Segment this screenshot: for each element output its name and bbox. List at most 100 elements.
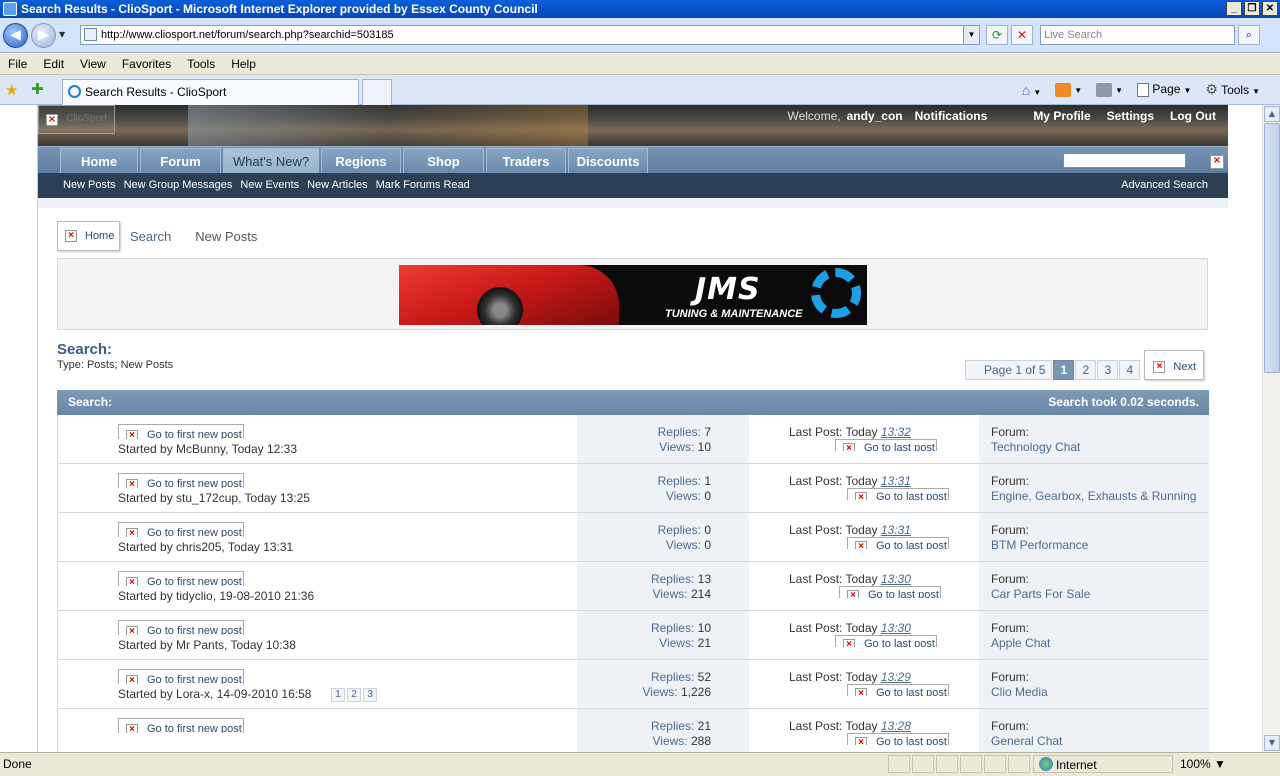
go-to-first-new-post-button[interactable]: × Go to first new post: [118, 669, 244, 684]
favorites-star-icon[interactable]: ★: [5, 81, 18, 99]
site-search-input[interactable]: [1063, 153, 1186, 168]
zoom-level[interactable]: 100% ▼: [1180, 757, 1226, 771]
thread-page-link[interactable]: 2: [347, 688, 361, 702]
advanced-search-link[interactable]: Advanced Search: [1121, 173, 1208, 198]
go-to-first-new-post-button[interactable]: × Go to first new post: [118, 473, 244, 488]
tab-search-results[interactable]: Search Results - ClioSport: [62, 79, 359, 105]
last-post-time[interactable]: 13:31: [881, 474, 911, 488]
scroll-up-icon[interactable]: ▲: [1264, 106, 1280, 122]
menu-file[interactable]: File: [8, 57, 35, 71]
my-profile-link[interactable]: My Profile: [1033, 109, 1090, 123]
subnav-new-events[interactable]: New Events: [240, 173, 299, 198]
notifications-link[interactable]: Notifications: [915, 109, 988, 123]
last-post-time[interactable]: 13:30: [881, 572, 911, 586]
page-1[interactable]: 1: [1053, 360, 1075, 380]
go-to-first-new-post-button[interactable]: × Go to first new post: [118, 522, 244, 537]
security-zone[interactable]: Internet: [1033, 755, 1173, 773]
search-icon[interactable]: ⌕: [1238, 25, 1260, 45]
tools-menu-button[interactable]: ⚙ Tools ▼: [1205, 81, 1260, 98]
live-search-input[interactable]: Live Search: [1040, 25, 1235, 45]
forum-link[interactable]: Car Parts For Sale: [991, 587, 1090, 602]
replies-label[interactable]: Replies:: [651, 719, 694, 733]
next-page-button[interactable]: × Next: [1144, 350, 1205, 380]
settings-link[interactable]: Settings: [1107, 109, 1154, 123]
vertical-scrollbar[interactable]: ▲ ▼: [1262, 105, 1280, 752]
close-button[interactable]: ✕: [1262, 1, 1278, 16]
page-menu-button[interactable]: Page ▼: [1137, 82, 1191, 97]
page-4[interactable]: 4: [1119, 360, 1141, 380]
forward-button[interactable]: ▶: [31, 23, 56, 48]
feeds-button[interactable]: ▼: [1055, 82, 1082, 97]
menu-help[interactable]: Help: [231, 57, 264, 71]
forum-link[interactable]: BTM Performance: [991, 538, 1088, 553]
username-link[interactable]: andy_con: [847, 109, 903, 123]
subnav-new-group-messages[interactable]: New Group Messages: [124, 173, 233, 198]
minimize-button[interactable]: _: [1226, 1, 1242, 16]
thread-page-link[interactable]: 1: [331, 688, 345, 702]
forum-link[interactable]: Clio Media: [991, 685, 1048, 700]
search-go-icon[interactable]: ×: [1210, 155, 1224, 169]
go-to-last-post-button[interactable]: × Go to last post: [835, 635, 937, 647]
replies-label[interactable]: Replies:: [651, 621, 694, 635]
menu-edit[interactable]: Edit: [43, 57, 72, 71]
forum-link[interactable]: Engine, Gearbox, Exhausts & Running: [991, 489, 1196, 504]
address-input[interactable]: http://www.cliosport.net/forum/search.ph…: [80, 25, 980, 45]
replies-label[interactable]: Replies:: [658, 425, 701, 439]
go-to-first-new-post-button[interactable]: × Go to first new post: [118, 718, 244, 733]
go-to-last-post-button[interactable]: × Go to last post: [847, 488, 949, 500]
forum-link[interactable]: General Chat: [991, 734, 1062, 749]
go-to-last-post-button[interactable]: × Go to last post: [835, 439, 937, 451]
add-favorite-icon[interactable]: ✚: [31, 80, 44, 98]
tab-forum[interactable]: Forum: [140, 148, 221, 174]
new-tab-button[interactable]: [362, 79, 392, 105]
tab-traders[interactable]: Traders: [486, 148, 566, 174]
breadcrumb-home[interactable]: × Home: [57, 221, 120, 251]
print-button[interactable]: ▼: [1096, 82, 1123, 97]
tab-discounts[interactable]: Discounts: [568, 148, 648, 174]
breadcrumb-search[interactable]: Search: [130, 229, 171, 244]
replies-label[interactable]: Replies:: [658, 523, 701, 537]
go-to-first-new-post-button[interactable]: × Go to first new post: [118, 571, 244, 586]
last-post-time[interactable]: 13:29: [881, 670, 911, 684]
tab-shop[interactable]: Shop: [403, 148, 484, 174]
last-post-time[interactable]: 13:30: [881, 621, 911, 635]
last-post-time[interactable]: 13:32: [881, 425, 911, 439]
subnav-new-articles[interactable]: New Articles: [307, 173, 368, 198]
page-3[interactable]: 3: [1097, 360, 1119, 380]
last-post-time[interactable]: 13:31: [881, 523, 911, 537]
subnav-new-posts[interactable]: New Posts: [63, 173, 116, 198]
tab-whats-new[interactable]: What's New?: [223, 148, 319, 174]
address-dropdown-icon[interactable]: ▼: [963, 26, 979, 44]
scroll-down-icon[interactable]: ▼: [1264, 735, 1280, 751]
home-button[interactable]: ⌂ ▼: [1022, 82, 1041, 98]
scroll-thumb[interactable]: [1264, 123, 1280, 373]
forum-link[interactable]: Apple Chat: [991, 636, 1050, 651]
page-2[interactable]: 2: [1075, 360, 1097, 380]
go-to-last-post-button[interactable]: × Go to last post: [847, 537, 949, 549]
menu-tools[interactable]: Tools: [187, 57, 223, 71]
page-info[interactable]: Page 1 of 5: [965, 360, 1053, 380]
thread-page-link[interactable]: 3: [363, 688, 377, 702]
tab-regions[interactable]: Regions: [321, 148, 401, 174]
subnav-mark-forums-read[interactable]: Mark Forums Read: [376, 173, 470, 198]
go-to-first-new-post-button[interactable]: × Go to first new post: [118, 620, 244, 635]
go-to-last-post-button[interactable]: × Go to last post: [847, 684, 949, 696]
maximize-button[interactable]: ❐: [1244, 1, 1260, 16]
logout-link[interactable]: Log Out: [1170, 109, 1216, 123]
site-logo[interactable]: × ClioSport: [38, 105, 115, 134]
replies-label[interactable]: Replies:: [651, 670, 694, 684]
go-to-last-post-button[interactable]: × Go to last post: [847, 733, 949, 745]
menu-favorites[interactable]: Favorites: [122, 57, 179, 71]
go-to-last-post-button[interactable]: × Go to last post: [839, 586, 941, 598]
replies-label[interactable]: Replies:: [658, 474, 701, 488]
last-post-time[interactable]: 13:28: [881, 719, 911, 733]
forum-link[interactable]: Technology Chat: [991, 440, 1080, 455]
refresh-button[interactable]: ⟳: [986, 25, 1008, 45]
menu-view[interactable]: View: [80, 57, 114, 71]
recent-pages-dropdown[interactable]: ▼: [59, 30, 65, 39]
stop-button[interactable]: ✕: [1011, 25, 1033, 45]
tab-home[interactable]: Home: [60, 148, 138, 174]
replies-label[interactable]: Replies:: [651, 572, 694, 586]
jms-ad-banner[interactable]: JMS TUNING & MAINTENANCE: [399, 265, 867, 325]
back-button[interactable]: ◀: [3, 23, 28, 48]
